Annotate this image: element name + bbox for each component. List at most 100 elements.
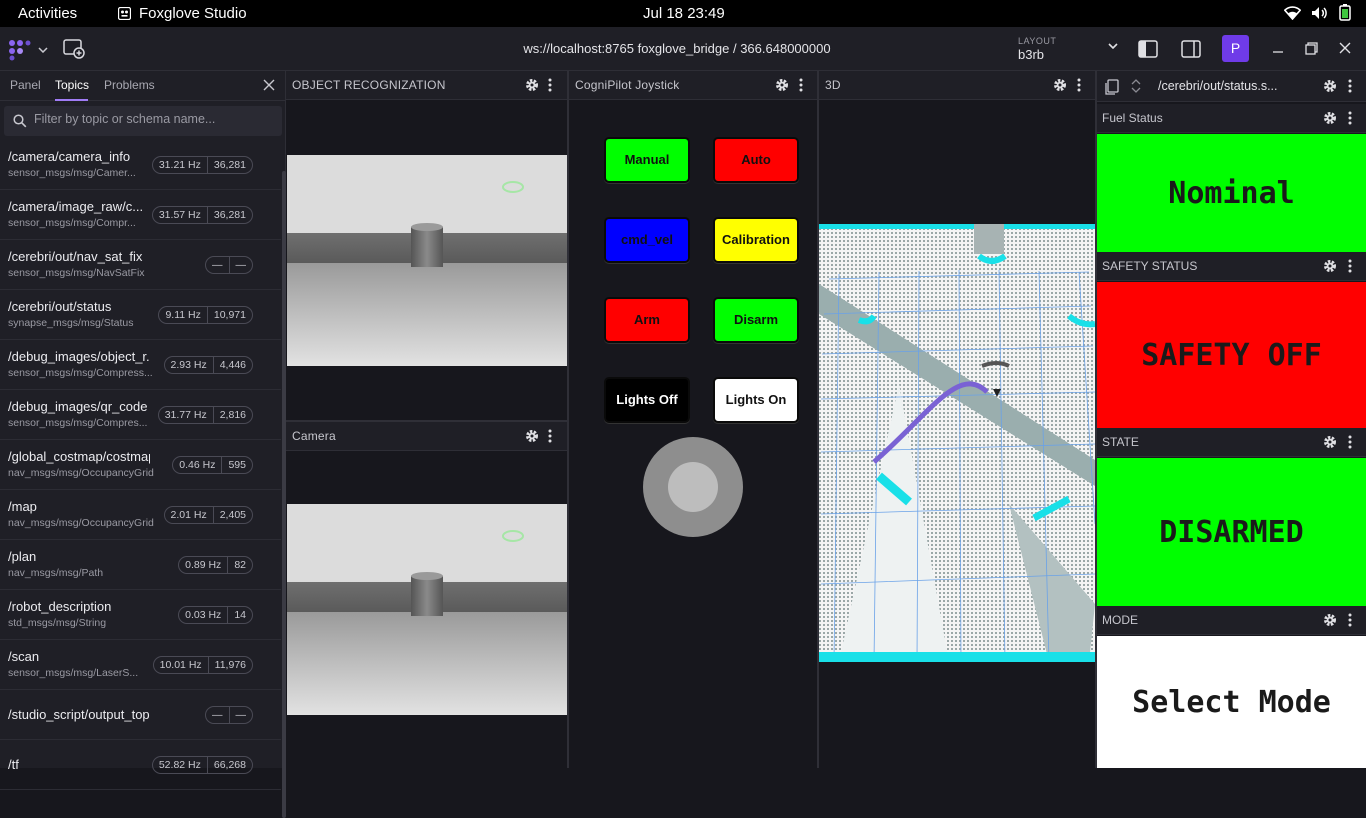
topic-stats: 9.11 Hz 10,971 (158, 306, 253, 324)
joystick-button[interactable]: Lights Off (604, 377, 690, 423)
object-recognition-panel: OBJECT RECOGNIZATION (286, 71, 569, 420)
foxglove-app-icon (118, 7, 131, 20)
status-value: Nominal (1097, 134, 1366, 252)
joystick-button[interactable]: Manual (604, 137, 690, 183)
more-vert-icon[interactable] (1348, 79, 1352, 93)
status-value: Select Mode (1097, 636, 1366, 768)
panel-title: CogniPilot Joystick (575, 78, 680, 92)
topic-frequency: 31.57 Hz (158, 209, 201, 221)
search-input[interactable] (34, 112, 274, 126)
topic-name: /cerebri/out/nav_sat_fix (8, 249, 143, 264)
topic-count: — (228, 707, 253, 723)
more-vert-icon[interactable] (1348, 435, 1352, 449)
joystick-button[interactable]: Disarm (713, 297, 799, 343)
topic-row[interactable]: /scan sensor_msgs/msg/LaserS... 10.01 Hz… (0, 640, 281, 690)
joystick-pad[interactable] (643, 437, 743, 537)
panel-header: CogniPilot Joystick (569, 71, 817, 100)
close-window-icon[interactable] (1339, 42, 1351, 54)
gear-icon[interactable] (1323, 613, 1337, 627)
layout-label: LAYOUT (1018, 36, 1057, 46)
joystick-knob[interactable] (668, 462, 718, 512)
topic-row[interactable]: /robot_description std_msgs/msg/String 0… (0, 590, 281, 640)
topic-row[interactable]: /tf 52.82 Hz 66,268 (0, 740, 281, 790)
topic-row[interactable]: /cerebri/out/nav_sat_fix sensor_msgs/msg… (0, 240, 281, 290)
minimize-icon[interactable] (1272, 42, 1284, 54)
gear-icon[interactable] (775, 78, 789, 92)
maximize-icon[interactable] (1305, 42, 1318, 55)
topic-stats: 0.03 Hz 14 (178, 606, 253, 624)
more-vert-icon[interactable] (548, 429, 552, 443)
copy-icon[interactable] (1105, 79, 1119, 95)
joystick-button[interactable]: Lights On (713, 377, 799, 423)
panel-header: MODE (1097, 606, 1366, 635)
more-vert-icon[interactable] (1348, 259, 1352, 273)
topic-stats: 52.82 Hz 66,268 (151, 756, 253, 774)
layout-value: b3rb (1018, 47, 1045, 62)
gear-icon[interactable] (1323, 79, 1337, 93)
topic-row[interactable]: /map nav_msgs/msg/OccupancyGrid 2.01 Hz … (0, 490, 281, 540)
topic-row[interactable]: /global_costmap/costmap nav_msgs/msg/Occ… (0, 440, 281, 490)
topic-frequency: 52.82 Hz (158, 759, 201, 771)
topic-frequency: 2.93 Hz (170, 359, 207, 371)
gear-icon[interactable] (1323, 435, 1337, 449)
tab-topics[interactable]: Topics (55, 78, 89, 92)
topic-schema: sensor_msgs/msg/LaserS... (8, 667, 139, 679)
gear-icon[interactable] (1323, 259, 1337, 273)
activities-button[interactable]: Activities (18, 5, 77, 22)
topic-name: /camera/image_raw/c... (8, 199, 144, 214)
left-sidebar-toggle-icon[interactable] (1138, 40, 1158, 58)
chevron-down-icon (1108, 43, 1118, 49)
sidebar-tabs: Panel Topics Problems (0, 71, 285, 101)
more-vert-icon[interactable] (1348, 613, 1352, 627)
close-icon[interactable] (263, 79, 275, 91)
topic-stats: — — (205, 256, 253, 274)
topic-name: /debug_images/qr_code (8, 399, 148, 414)
camera-image (287, 504, 567, 715)
joystick-button[interactable]: Calibration (713, 217, 799, 263)
user-avatar[interactable]: P (1222, 35, 1249, 62)
topic-row[interactable]: /camera/image_raw/c... sensor_msgs/msg/C… (0, 190, 281, 240)
topic-row[interactable]: /cerebri/out/status synapse_msgs/msg/Sta… (0, 290, 281, 340)
gear-icon[interactable] (1053, 78, 1067, 92)
clock[interactable]: Jul 18 23:49 (643, 5, 725, 22)
topic-stats: 31.77 Hz 2,816 (157, 406, 253, 424)
topic-search (4, 106, 282, 136)
joystick-button[interactable]: cmd_vel (604, 217, 690, 263)
right-sidebar-toggle-icon[interactable] (1181, 40, 1201, 58)
joystick-button[interactable]: Arm (604, 297, 690, 343)
topic-stats: 31.21 Hz 36,281 (151, 156, 253, 174)
panel-header: STATE (1097, 428, 1366, 457)
topic-schema: sensor_msgs/msg/Compres... (8, 417, 148, 429)
3d-panel: 3D (819, 71, 1097, 768)
topic-row[interactable]: /plan nav_msgs/msg/Path 0.89 Hz 82 (0, 540, 281, 590)
system-tray[interactable] (1284, 4, 1352, 21)
battery-icon (1338, 4, 1352, 21)
more-vert-icon[interactable] (548, 78, 552, 92)
topic-row[interactable]: /debug_images/qr_code sensor_msgs/msg/Co… (0, 390, 281, 440)
app-menu[interactable]: Foxglove Studio (118, 5, 247, 22)
panel-title: SAFETY STATUS (1102, 259, 1198, 273)
topic-row[interactable]: /debug_images/object_r... sensor_msgs/ms… (0, 340, 281, 390)
sort-icon[interactable] (1131, 78, 1141, 94)
topic-stats: 0.89 Hz 82 (178, 556, 253, 574)
status-topic-path[interactable]: /cerebri/out/status.s... (1158, 79, 1278, 93)
topic-row[interactable]: /camera/camera_info sensor_msgs/msg/Came… (0, 140, 281, 190)
layout-selector[interactable]: LAYOUT b3rb (1018, 36, 1118, 62)
tab-panel[interactable]: Panel (10, 78, 41, 92)
topic-name: /scan (8, 649, 40, 664)
topic-count: 595 (221, 457, 252, 473)
gear-icon[interactable] (525, 78, 539, 92)
tab-problems[interactable]: Problems (104, 78, 155, 92)
more-vert-icon[interactable] (1077, 78, 1081, 92)
more-vert-icon[interactable] (799, 78, 803, 92)
panel-title: STATE (1102, 435, 1139, 449)
3d-scene-view[interactable] (819, 224, 1095, 662)
topic-count: 14 (227, 607, 252, 623)
more-vert-icon[interactable] (1348, 111, 1352, 125)
gear-icon[interactable] (1323, 111, 1337, 125)
joystick-button[interactable]: Auto (713, 137, 799, 183)
topic-row[interactable]: /studio_script/output_topic — — (0, 690, 281, 740)
topic-count: 36,281 (206, 207, 252, 223)
gear-icon[interactable] (525, 429, 539, 443)
panel-title: OBJECT RECOGNIZATION (292, 78, 446, 92)
